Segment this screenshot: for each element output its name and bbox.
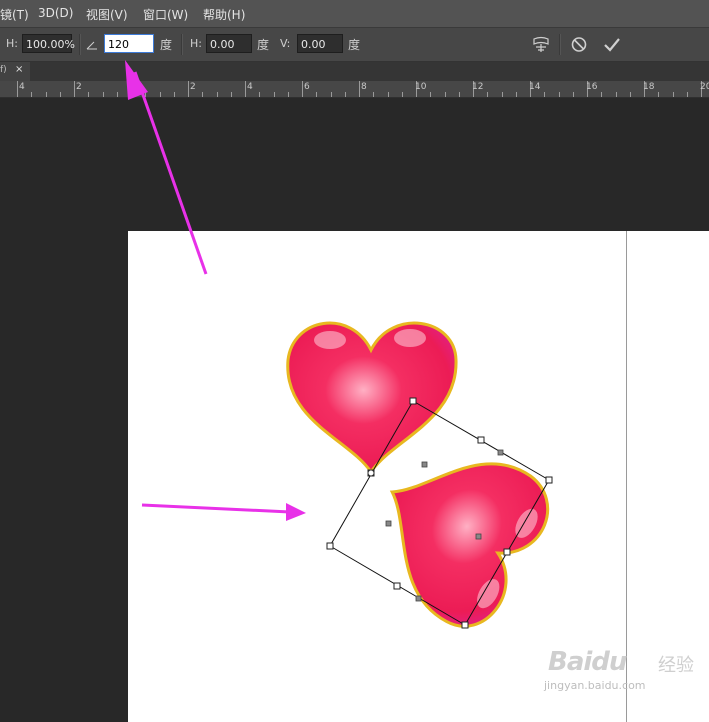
watermark-url: jingyan.baidu.com	[544, 679, 646, 692]
transform-handle[interactable]	[545, 476, 553, 484]
heart-top[interactable]	[286, 321, 458, 475]
transform-handle[interactable]	[393, 582, 401, 590]
transform-handle[interactable]	[477, 436, 485, 444]
annotation-arrow-up	[125, 60, 208, 275]
transform-handle[interactable]	[461, 621, 469, 629]
transform-handle[interactable]	[409, 397, 417, 405]
path-anchor	[475, 533, 482, 540]
path-anchor	[415, 595, 422, 602]
baidu-watermark: Baidu 经验 jingyan.baidu.com	[540, 645, 700, 695]
watermark-logo: Baidu	[548, 647, 627, 677]
path-anchor	[497, 449, 504, 456]
path-anchor	[385, 520, 392, 527]
watermark-sub: 经验	[658, 655, 694, 676]
path-anchor	[421, 461, 428, 468]
transform-handle[interactable]	[503, 548, 511, 556]
artwork-layer	[125, 60, 553, 629]
annotation-arrow-right	[141, 503, 306, 521]
transform-handle[interactable]	[326, 542, 334, 550]
